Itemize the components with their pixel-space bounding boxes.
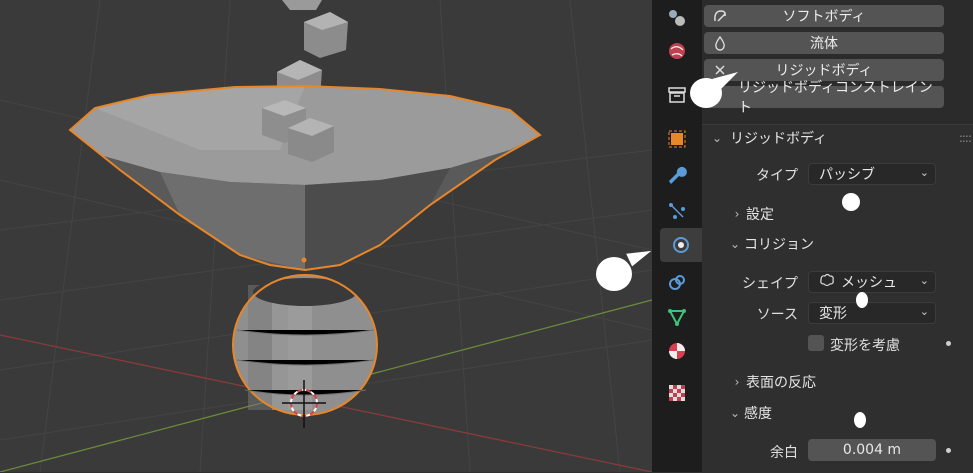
source-label: ソース — [756, 307, 798, 323]
surface-response-label: 表面の反応 — [746, 375, 816, 391]
collision-label: コリジョン — [744, 237, 814, 253]
rigid-body-constraint-label: リジッドボディコンストレイント — [738, 80, 933, 116]
particles-icon — [669, 203, 685, 219]
chevron-right-icon: › — [734, 375, 740, 389]
rigid-body-header[interactable]: ⌄ リジッドボディ :::: — [702, 125, 973, 151]
chevron-down-icon: ⌄ — [919, 305, 929, 318]
mesh-shape-icon — [819, 273, 835, 291]
object-icon — [668, 130, 686, 148]
settings-subpanel-header[interactable]: › 設定 — [702, 201, 973, 227]
physics-tab[interactable] — [660, 228, 702, 262]
drag-handle-icon[interactable]: :::: — [959, 131, 972, 145]
pointer-bubble — [596, 257, 632, 291]
collection-icon — [668, 87, 686, 103]
tool-tab[interactable] — [657, 0, 697, 34]
click-marker — [842, 193, 860, 211]
soft-body-icon — [712, 8, 728, 24]
chevron-down-icon: ⌄ — [919, 166, 929, 179]
keyframe-dot-icon[interactable] — [946, 448, 951, 453]
chevron-down-icon: ⌄ — [711, 131, 723, 145]
sensitivity-subpanel-header[interactable]: ⌄ 感度 — [702, 400, 973, 426]
rigid-body-title: リジッドボディ — [730, 131, 828, 147]
deform-checkbox[interactable] — [808, 335, 824, 351]
chevron-down-icon: ⌄ — [919, 274, 929, 287]
data-tab[interactable] — [657, 300, 697, 334]
tool-icon — [669, 10, 685, 26]
material-tab[interactable] — [657, 334, 697, 368]
constraint-icon — [669, 275, 685, 290]
collision-subpanel-header[interactable]: ⌄ コリジョン — [702, 231, 973, 257]
fluid-button[interactable]: 流体 — [704, 32, 944, 54]
fluid-drop-icon — [712, 35, 728, 51]
constraints-tab[interactable] — [657, 266, 697, 300]
type-label: タイプ — [756, 168, 798, 184]
rigid-body-constraint-button[interactable]: リジッドボディコンストレイント — [704, 80, 944, 116]
type-value: パッシブ — [819, 167, 875, 183]
shape-value: メッシュ — [841, 275, 897, 291]
render-tab[interactable] — [657, 34, 697, 68]
margin-field[interactable]: 0.004 m — [808, 439, 936, 461]
viewport-scene — [0, 0, 652, 472]
shape-label: シェイプ — [742, 276, 798, 292]
3d-viewport[interactable] — [0, 0, 652, 472]
margin-value: 0.004 m — [842, 442, 902, 458]
type-dropdown[interactable]: パッシブ ⌄ — [808, 163, 936, 185]
surface-response-subpanel-header[interactable]: › 表面の反応 — [702, 369, 973, 395]
source-dropdown[interactable]: 変形 ⌄ — [808, 302, 936, 324]
mesh-data-icon — [668, 309, 686, 327]
source-value: 変形 — [819, 306, 847, 322]
soft-body-button[interactable]: ソフトボディ — [704, 5, 944, 27]
modifier-tab[interactable] — [657, 160, 697, 194]
texture-tab[interactable] — [657, 376, 697, 410]
object-tab[interactable] — [657, 122, 697, 156]
shape-dropdown[interactable]: メッシュ ⌄ — [808, 271, 936, 293]
material-icon — [669, 343, 685, 359]
fluid-label: 流体 — [810, 36, 838, 52]
keyframe-dot-icon[interactable] — [946, 341, 951, 346]
texture-icon — [669, 385, 685, 401]
chevron-right-icon: › — [734, 207, 740, 221]
margin-label: 余白 — [770, 445, 798, 461]
physics-icon — [673, 237, 689, 253]
chevron-down-icon: ⌄ — [729, 237, 741, 251]
physics-properties-panel: ソフトボディ 流体 リジッドボディ リジッドボディコンストレイント ⌄ リジッド… — [690, 0, 973, 473]
chevron-down-icon: ⌄ — [729, 406, 741, 420]
deform-checkbox-label[interactable]: 変形を考慮 — [830, 335, 900, 355]
sensitivity-label: 感度 — [744, 406, 772, 422]
click-marker — [854, 412, 866, 428]
wrench-icon — [669, 166, 687, 184]
particles-tab[interactable] — [657, 194, 697, 228]
world-icon — [669, 43, 685, 59]
click-marker — [856, 292, 868, 308]
settings-label: 設定 — [746, 207, 774, 223]
soft-body-label: ソフトボディ — [782, 9, 866, 25]
barrel-mesh[interactable] — [232, 274, 378, 416]
properties-tab-column — [652, 0, 702, 472]
